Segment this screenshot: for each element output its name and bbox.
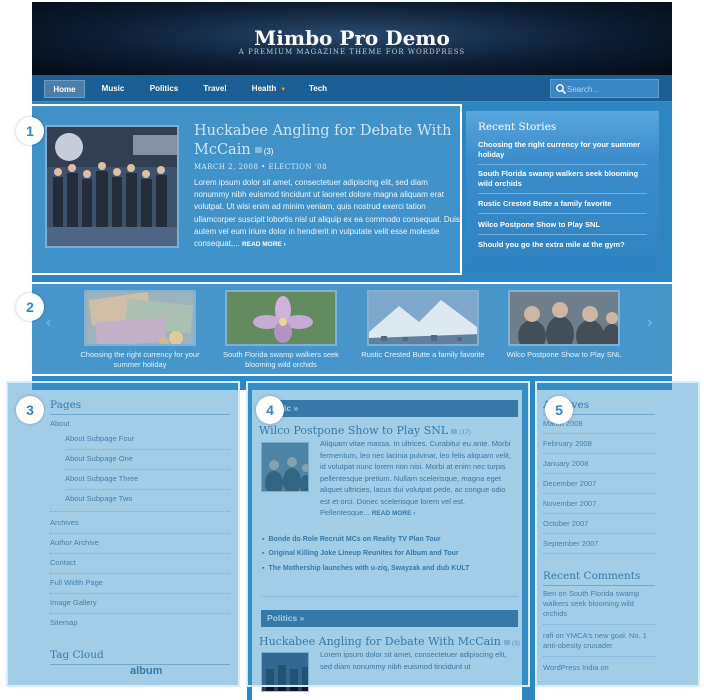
recent-story-link[interactable]: South Florida swamp walkers seek bloomin… [478, 169, 647, 189]
annotation-badge-2: 2 [16, 293, 44, 321]
divider [478, 213, 647, 214]
nav-travel[interactable]: Travel [196, 80, 234, 98]
nav-music[interactable]: Music [94, 80, 132, 98]
nav-home[interactable]: Home [44, 80, 85, 98]
search-box[interactable] [550, 79, 659, 98]
highlight-region-archives [535, 381, 700, 687]
dropdown-caret-icon: ▼ [280, 87, 287, 93]
recent-stories-box: Recent Stories Choosing the right curren… [466, 111, 659, 271]
divider [478, 193, 647, 194]
annotation-badge-5: 5 [545, 396, 573, 424]
main-nav: Home Music Politics Travel Health ▼ Tech [32, 75, 672, 102]
recent-story-link[interactable]: Should you go the extra mile at the gym? [478, 240, 647, 250]
recent-story-link[interactable]: Wilco Postpone Show to Play SNL [478, 220, 647, 230]
nav-politics[interactable]: Politics [142, 80, 186, 98]
annotation-badge-4: 4 [256, 396, 284, 424]
annotation-badge-1: 1 [16, 117, 44, 145]
nav-tech[interactable]: Tech [302, 80, 334, 98]
recent-story-link[interactable]: Rustic Crested Butte a family favorite [478, 199, 647, 209]
divider [478, 164, 647, 165]
highlight-region-pages [6, 381, 240, 687]
nav-health[interactable]: Health ▼ [244, 80, 294, 98]
highlight-region-posts [246, 381, 530, 687]
search-icon[interactable] [555, 83, 567, 95]
site-tagline: A PREMIUM MAGAZINE THEME FOR WORDPRESS [238, 48, 466, 56]
highlight-region-carousel [6, 282, 701, 376]
annotation-badge-3: 3 [16, 396, 44, 424]
search-input[interactable] [567, 82, 655, 96]
nav-health-label: Health [251, 84, 277, 93]
site-title[interactable]: Mimbo Pro Demo [32, 26, 672, 50]
recent-story-link[interactable]: Choosing the right currency for your sum… [478, 140, 647, 160]
recent-stories-title: Recent Stories [478, 121, 557, 133]
divider [478, 234, 647, 235]
highlight-region-featured [6, 104, 462, 275]
site-header: Mimbo Pro Demo A PREMIUM MAGAZINE THEME … [32, 2, 672, 75]
